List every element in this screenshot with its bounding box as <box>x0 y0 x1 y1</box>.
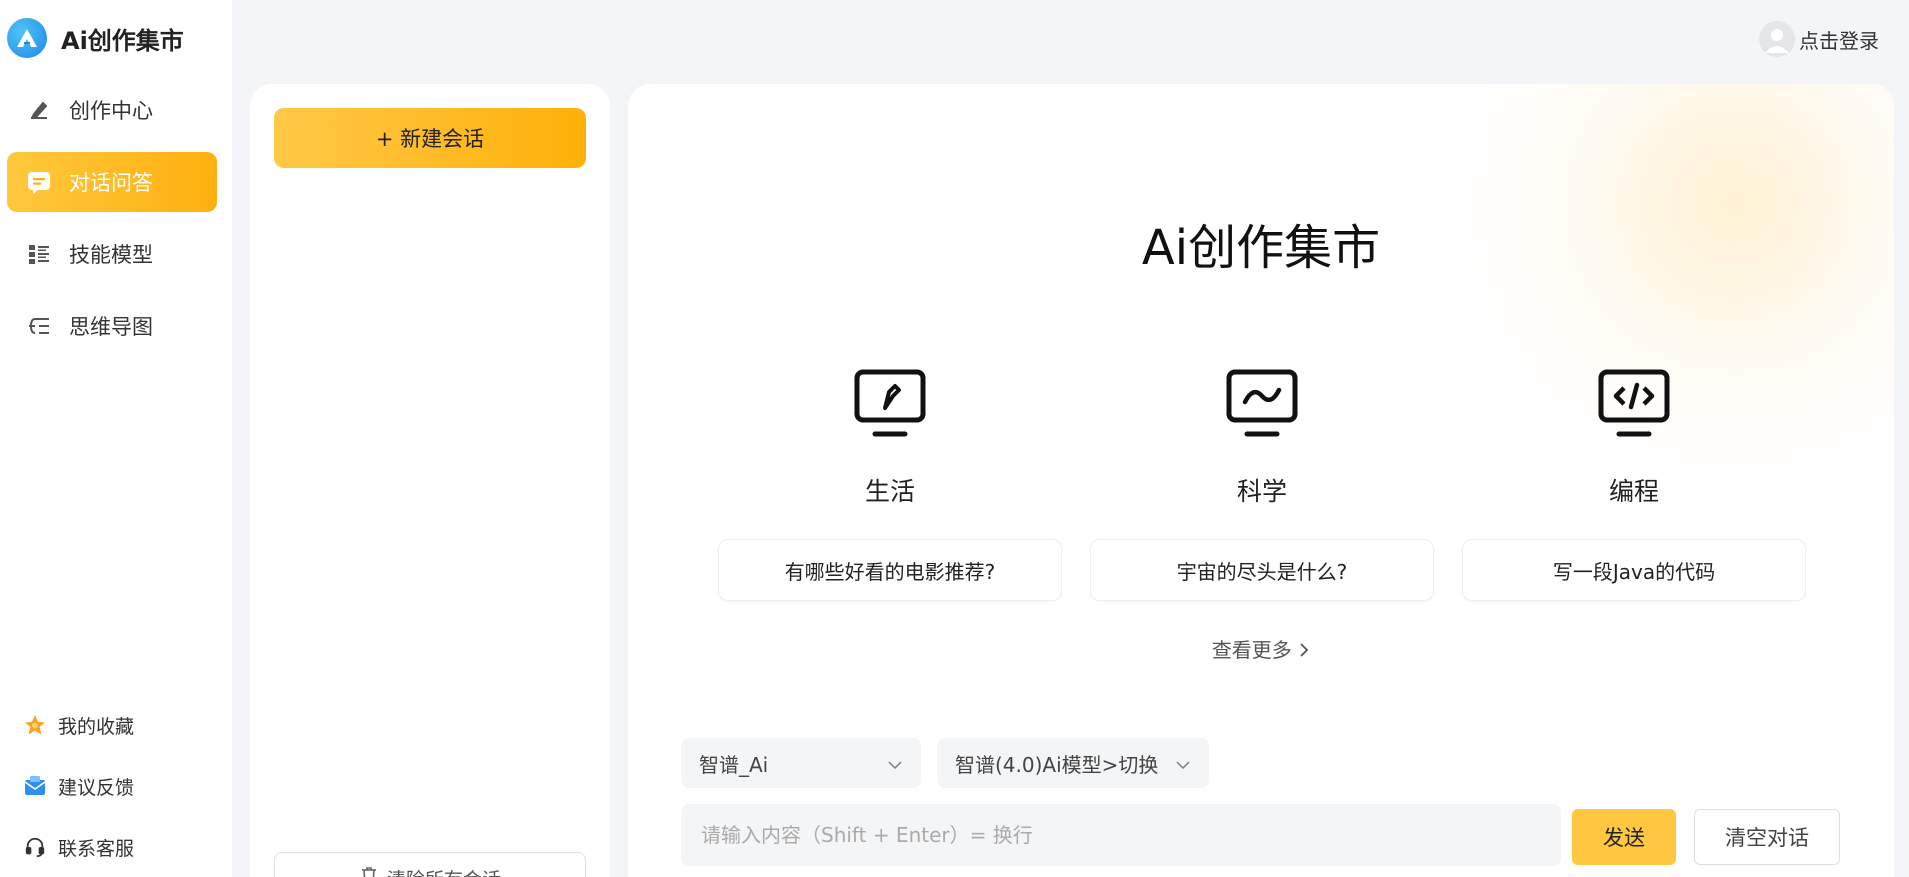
category-science[interactable]: 科学 <box>1090 368 1434 508</box>
sidebar: Ai创作集市 创作中心 对话问答 技能模型 思维导图 我的收藏 建议反馈 联系客… <box>0 0 232 877</box>
nav-customer-service[interactable]: 联系客服 <box>22 827 134 867</box>
nav-item-creation-center[interactable]: 创作中心 <box>7 80 217 140</box>
category-programming[interactable]: 编程 <box>1462 368 1806 508</box>
model-select[interactable]: 智谱_Ai <box>681 738 921 788</box>
category-label: 生活 <box>864 477 915 506</box>
pen-icon <box>25 96 53 124</box>
clear-all-label: 清除所有会话 <box>387 865 501 877</box>
prompt-suggestion-movies[interactable]: 有哪些好看的电影推荐? <box>718 539 1062 601</box>
category-label: 编程 <box>1608 477 1659 506</box>
session-panel: + 新建会话 清除所有会话 <box>250 84 610 877</box>
main-panel: Ai创作集市 生活 科学 编程 有哪些好看的电影推荐? 宇宙的尽头是什么? 写一… <box>628 84 1894 877</box>
login-button[interactable]: 点击登录 <box>1759 20 1879 58</box>
message-input[interactable] <box>681 804 1561 866</box>
prompt-suggestion-java[interactable]: 写一段Java的代码 <box>1462 539 1806 601</box>
nav-bottom-label: 我的收藏 <box>58 715 135 738</box>
nav-item-skill-models[interactable]: 技能模型 <box>7 224 217 284</box>
model-select-value: 智谱_Ai <box>699 752 769 777</box>
chat-icon <box>25 168 53 196</box>
see-more-link[interactable]: 查看更多 <box>628 634 1894 663</box>
brand-logo-icon <box>7 18 47 58</box>
send-button[interactable]: 发送 <box>1572 809 1676 865</box>
chevron-down-icon <box>887 751 903 775</box>
nav-bottom-label: 建议反馈 <box>58 776 135 799</box>
avatar-icon <box>1759 21 1795 57</box>
nav-favorites[interactable]: 我的收藏 <box>22 705 134 745</box>
nav-feedback[interactable]: 建议反馈 <box>22 766 134 806</box>
category-life[interactable]: 生活 <box>718 368 1062 508</box>
clear-all-sessions-button[interactable]: 清除所有会话 <box>274 852 586 877</box>
brand-name: Ai创作集市 <box>61 26 184 55</box>
model-version-value: 智谱(4.0)Ai模型>切换 <box>955 752 1159 777</box>
see-more-label: 查看更多 <box>1211 638 1292 662</box>
list-icon <box>25 240 53 268</box>
chevron-right-icon <box>1298 638 1310 662</box>
monitor-code-icon <box>1462 368 1806 448</box>
nav-bottom-label: 联系客服 <box>58 837 135 860</box>
star-icon <box>22 712 48 738</box>
monitor-chart-icon <box>1090 368 1434 448</box>
mail-icon <box>22 773 48 799</box>
nav-item-label: 对话问答 <box>69 171 153 195</box>
login-label: 点击登录 <box>1799 28 1879 53</box>
brand[interactable]: Ai创作集市 <box>7 16 184 60</box>
nav-item-mind-map[interactable]: 思维导图 <box>7 296 217 356</box>
nav-item-chat-qa[interactable]: 对话问答 <box>7 152 217 212</box>
chevron-down-icon <box>1175 751 1191 775</box>
page-title: Ai创作集市 <box>1141 220 1381 276</box>
category-label: 科学 <box>1236 477 1287 506</box>
prompt-suggestion-universe[interactable]: 宇宙的尽头是什么? <box>1090 539 1434 601</box>
nav-item-label: 创作中心 <box>69 99 153 123</box>
nav-item-label: 思维导图 <box>69 315 153 339</box>
clear-conversation-button[interactable]: 清空对话 <box>1694 809 1840 865</box>
mindmap-icon <box>25 312 53 340</box>
new-session-button[interactable]: + 新建会话 <box>274 108 586 168</box>
model-version-select[interactable]: 智谱(4.0)Ai模型>切换 <box>937 738 1209 788</box>
nav-item-label: 技能模型 <box>69 243 153 267</box>
trash-icon <box>359 865 379 877</box>
monitor-pen-icon <box>718 368 1062 448</box>
headset-icon <box>22 834 48 860</box>
